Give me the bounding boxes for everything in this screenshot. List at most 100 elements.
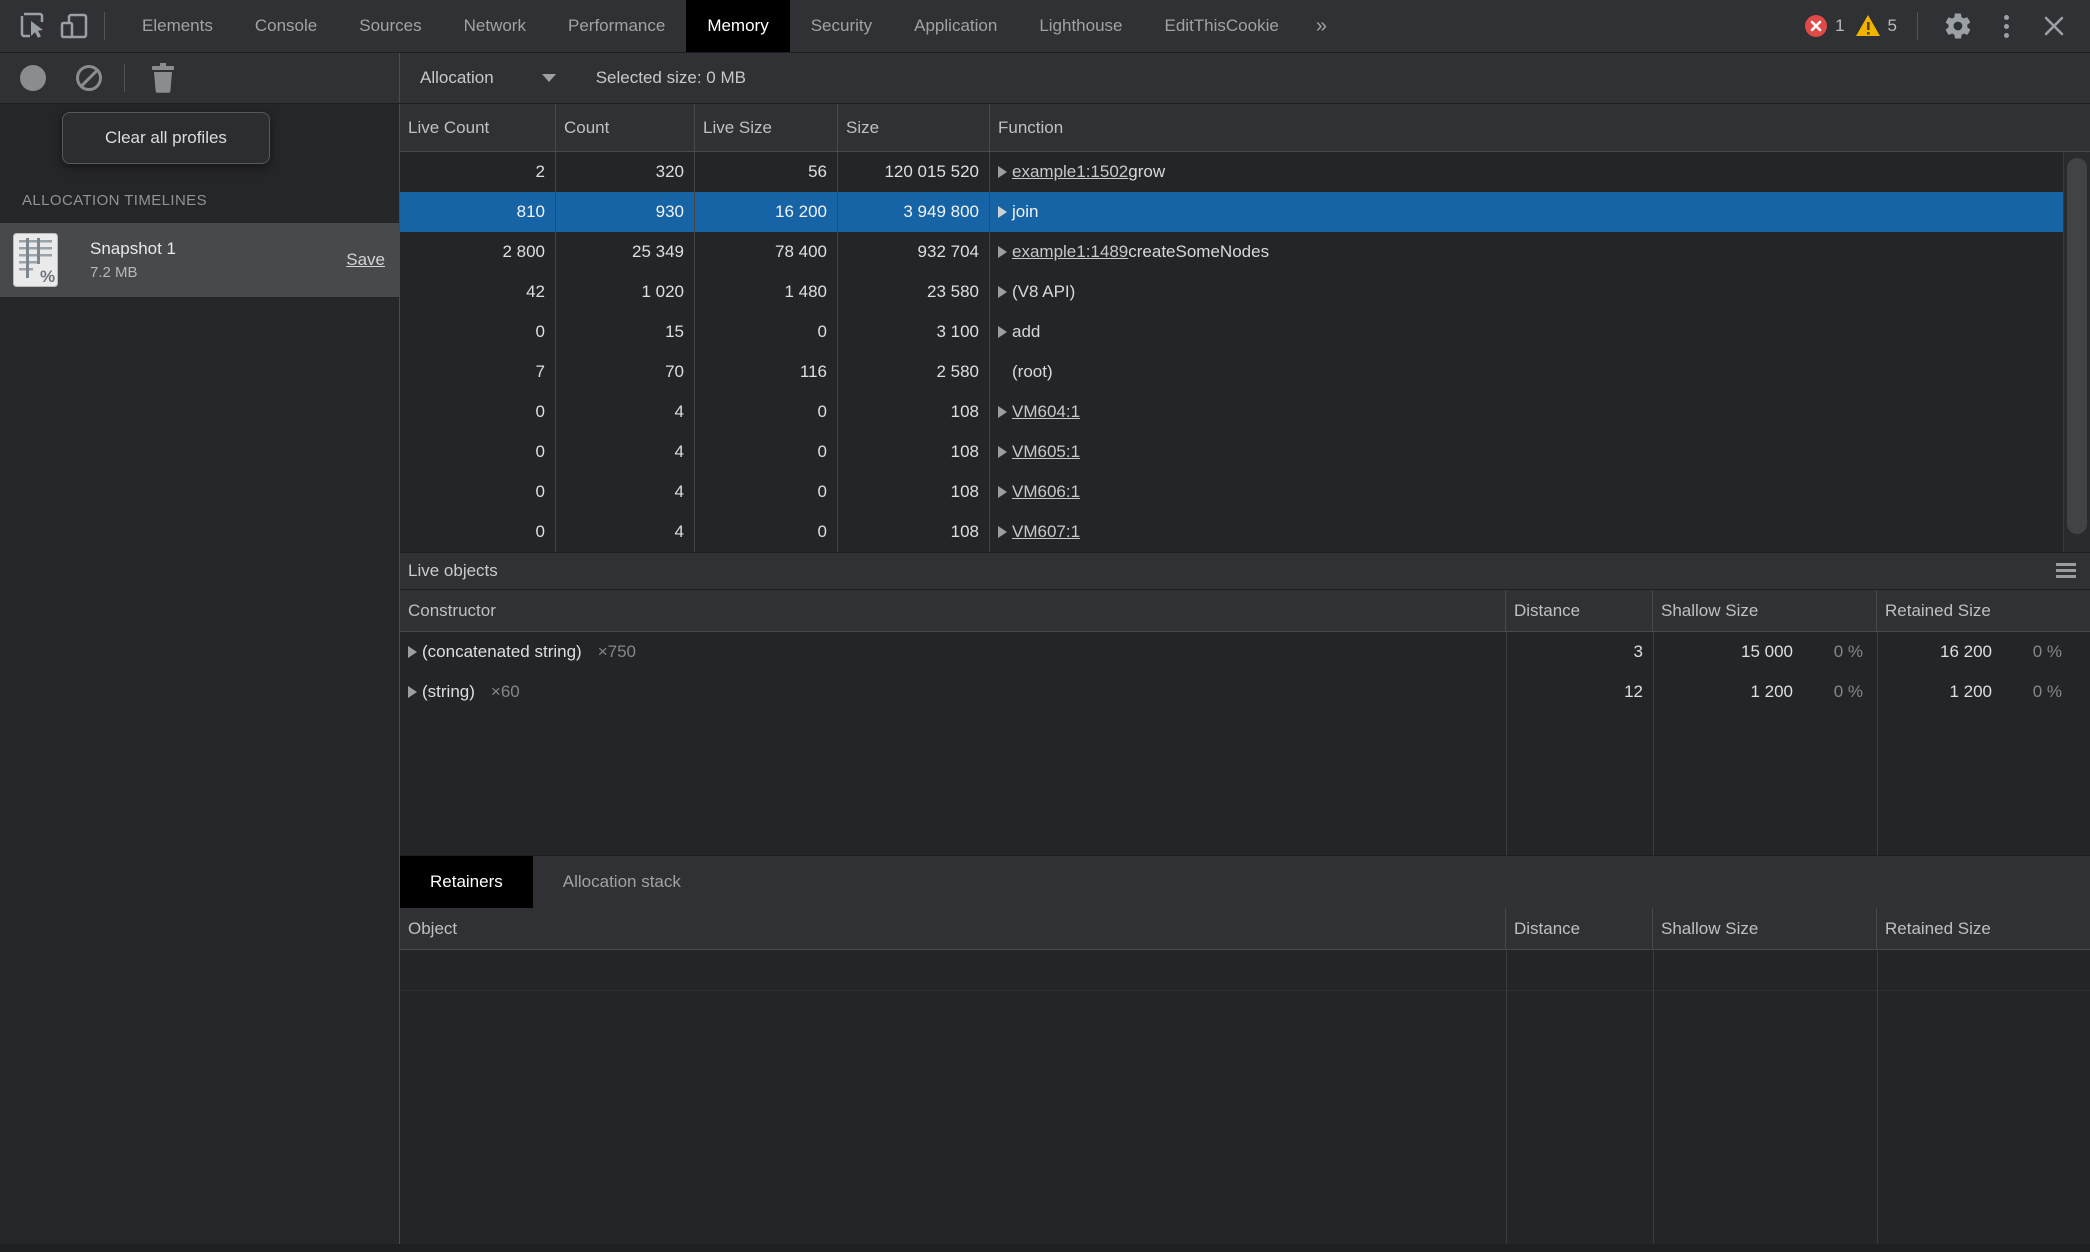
tab-network[interactable]: Network <box>443 0 547 52</box>
column-header-retained-size[interactable]: Retained Size <box>1877 590 2090 631</box>
profile-type-label[interactable]: Allocation <box>420 68 494 88</box>
column-header-distance[interactable]: Distance <box>1506 908 1653 949</box>
scrollbar-thumb[interactable] <box>2067 158 2087 534</box>
retained-percent: 0 % <box>1992 682 2062 702</box>
expand-triangle-icon[interactable] <box>998 206 1007 218</box>
expand-triangle-icon[interactable] <box>998 406 1007 418</box>
error-icon <box>1804 14 1828 38</box>
cell-size: 108 <box>838 392 990 432</box>
column-header-retained-size[interactable]: Retained Size <box>1877 908 2090 949</box>
table-row[interactable]: 2 320 56 120 015 520 example1:1502grow <box>400 152 2063 192</box>
more-options-button[interactable] <box>1988 15 2024 38</box>
expand-triangle-icon[interactable] <box>998 166 1007 178</box>
column-header-live-size[interactable]: Live Size <box>695 104 838 151</box>
expand-triangle-icon[interactable] <box>998 486 1007 498</box>
table-row[interactable]: 7 70 116 2 580 (root) <box>400 352 2063 392</box>
tab-console[interactable]: Console <box>234 0 338 52</box>
more-tabs-button[interactable]: » <box>1300 0 1343 52</box>
expand-triangle-icon[interactable] <box>998 326 1007 338</box>
empty-row-divider <box>400 990 2090 991</box>
cell-live-count: 810 <box>400 192 556 232</box>
expand-triangle-icon[interactable] <box>998 446 1007 458</box>
expand-triangle-icon[interactable] <box>408 686 417 698</box>
live-objects-bar: Live objects <box>400 552 2090 590</box>
vertical-scrollbar[interactable] <box>2063 152 2090 552</box>
tabbar-right-divider <box>1917 12 1918 40</box>
column-divider <box>1506 950 1507 1252</box>
table-row-selected[interactable]: 810 930 16 200 3 949 800 join <box>400 192 2063 232</box>
column-header-count[interactable]: Count <box>556 104 695 151</box>
tab-application[interactable]: Application <box>893 0 1018 52</box>
column-header-distance[interactable]: Distance <box>1506 590 1653 631</box>
cell-live-size: 16 200 <box>695 192 838 232</box>
table-row[interactable]: (concatenated string)×750 3 15 0000 % 16… <box>400 632 2090 672</box>
cell-count: 1 020 <box>556 272 695 312</box>
column-header-size[interactable]: Size <box>838 104 990 151</box>
tab-allocation-stack[interactable]: Allocation stack <box>533 856 711 908</box>
tab-sources[interactable]: Sources <box>338 0 442 52</box>
tab-security[interactable]: Security <box>790 0 893 52</box>
delete-profile-button[interactable] <box>143 58 183 98</box>
tab-retainers[interactable]: Retainers <box>400 856 533 908</box>
cell-count: 4 <box>556 472 695 512</box>
table-row[interactable]: 42 1 020 1 480 23 580 (V8 API) <box>400 272 2063 312</box>
cell-live-count: 0 <box>400 392 556 432</box>
column-header-shallow-size[interactable]: Shallow Size <box>1653 908 1877 949</box>
column-header-constructor[interactable]: Constructor <box>400 590 1506 631</box>
snapshot-save-link[interactable]: Save <box>346 250 385 270</box>
cell-count: 320 <box>556 152 695 192</box>
function-name: (root) <box>1012 362 1053 382</box>
table-row[interactable]: (string)×60 12 1 2000 % 1 2000 % <box>400 672 2090 712</box>
table-row[interactable]: 0 4 0 108 VM605:1 <box>400 432 2063 472</box>
expand-triangle-icon[interactable] <box>998 246 1007 258</box>
source-link[interactable]: example1:1489 <box>1012 242 1128 262</box>
column-header-object[interactable]: Object <box>400 908 1506 949</box>
expand-triangle-icon[interactable] <box>998 526 1007 538</box>
device-toolbar-button[interactable] <box>54 6 94 46</box>
source-link[interactable]: VM605:1 <box>1012 442 1080 462</box>
error-badge[interactable]: 1 <box>1804 14 1844 38</box>
source-link[interactable]: example1:1502 <box>1012 162 1128 182</box>
function-name: grow <box>1128 162 1165 182</box>
cell-live-count: 0 <box>400 312 556 352</box>
shallow-percent: 0 % <box>1793 682 1863 702</box>
cell-constructor: (string)×60 <box>400 672 1506 712</box>
snapshot-list-item[interactable]: % Snapshot 1 7.2 MB Save <box>0 223 399 297</box>
cell-size: 932 704 <box>838 232 990 272</box>
source-link[interactable]: VM604:1 <box>1012 402 1080 422</box>
source-link[interactable]: VM606:1 <box>1012 482 1080 502</box>
column-header-function[interactable]: Function <box>990 104 2090 151</box>
source-link[interactable]: VM607:1 <box>1012 522 1080 542</box>
cell-function: (V8 API) <box>990 272 2063 312</box>
hamburger-menu-icon[interactable] <box>2056 563 2076 578</box>
column-header-shallow-size[interactable]: Shallow Size <box>1653 590 1877 631</box>
tab-lighthouse[interactable]: Lighthouse <box>1018 0 1143 52</box>
expand-triangle-icon[interactable] <box>998 286 1007 298</box>
record-button[interactable] <box>20 65 46 91</box>
table-row[interactable]: 0 4 0 108 VM606:1 <box>400 472 2063 512</box>
cell-function: VM606:1 <box>990 472 2063 512</box>
chevron-down-icon[interactable] <box>542 74 556 82</box>
inspect-element-button[interactable] <box>14 6 54 46</box>
settings-button[interactable] <box>1938 6 1978 46</box>
clear-profiles-button[interactable] <box>76 65 102 91</box>
table-row[interactable]: 0 15 0 3 100 add <box>400 312 2063 352</box>
heap-snapshot-icon: % <box>13 233 58 287</box>
expand-triangle-icon[interactable] <box>408 646 417 658</box>
warning-badge[interactable]: 5 <box>1855 14 1897 38</box>
tab-elements[interactable]: Elements <box>121 0 234 52</box>
window-bottom-edge <box>0 1244 2090 1252</box>
cell-size: 108 <box>838 472 990 512</box>
tab-editthiscookie[interactable]: EditThisCookie <box>1144 0 1300 52</box>
close-devtools-button[interactable] <box>2034 6 2074 46</box>
table-row[interactable]: 0 4 0 108 VM607:1 <box>400 512 2063 552</box>
cell-live-count: 42 <box>400 272 556 312</box>
warning-count: 5 <box>1888 16 1897 36</box>
tab-performance[interactable]: Performance <box>547 0 686 52</box>
table-row[interactable]: 2 800 25 349 78 400 932 704 example1:148… <box>400 232 2063 272</box>
cell-live-size: 0 <box>695 392 838 432</box>
table-row[interactable]: 0 4 0 108 VM604:1 <box>400 392 2063 432</box>
constructor-grid-body: (concatenated string)×750 3 15 0000 % 16… <box>400 632 2090 712</box>
tab-memory[interactable]: Memory <box>686 0 789 52</box>
column-header-live-count[interactable]: Live Count <box>400 104 556 151</box>
